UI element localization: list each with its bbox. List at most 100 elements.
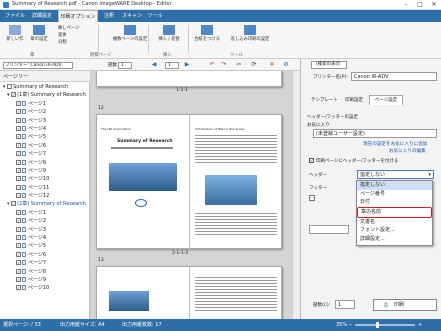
tree-page[interactable]: ✓ ページ10 [2, 284, 90, 292]
tree-page[interactable]: ✓ ページ8 [2, 159, 90, 167]
tree-page[interactable]: ✓ ページ4 [2, 125, 90, 133]
merge-print-button[interactable]: 差し込み印刷の設定 [226, 25, 274, 42]
checkbox-icon[interactable]: ✓ [16, 151, 21, 157]
checkbox-icon[interactable]: ✓ [16, 167, 21, 173]
tab-page-settings[interactable]: ページ設定 [369, 95, 403, 105]
tree-page[interactable]: ✓ ページ3 [2, 117, 90, 125]
tree-page[interactable]: ✓ ページ3 [2, 226, 90, 234]
tree-chapter[interactable]: ▾ ✓ (1章) Summary of Research [2, 91, 90, 99]
checkbox-icon[interactable]: ✓ [16, 193, 21, 199]
printer-name-select[interactable]: Canon iR-ADV [351, 72, 437, 81]
checkbox-icon[interactable]: ✓ [16, 209, 21, 215]
checkbox-icon[interactable]: ✓ [16, 125, 21, 131]
checkbox-icon[interactable]: ✓ [16, 100, 21, 106]
checkbox-icon[interactable]: ✓ [16, 260, 21, 266]
delete-icon[interactable]: ✕ [268, 61, 276, 69]
settings-icon[interactable]: ⚙ [282, 61, 290, 69]
tab-file[interactable]: ファイル [4, 10, 26, 22]
checkbox-icon[interactable]: ✓ [16, 268, 21, 274]
copies-input[interactable]: 1 [335, 300, 355, 309]
favorites-select[interactable]: (未登録ユーザー設定) [313, 129, 437, 138]
tree-page[interactable]: ✓ ページ6 [2, 251, 90, 259]
insert-replace-button[interactable]: 挿入 / 差替 [152, 25, 186, 42]
tree-page[interactable]: ✓ ページ2 [2, 108, 90, 116]
tree-page[interactable]: ✓ ページ12 [2, 192, 90, 200]
header-dropdown-list[interactable]: 指定しない ページ番号 日付 章の名前 文書名 フォント設定... 詳細設定..… [356, 180, 433, 246]
tree-page[interactable]: ✓ ページ9 [2, 167, 90, 175]
tree-page[interactable]: ✓ ページ1 [2, 100, 90, 108]
page-preview-top[interactable] [96, 71, 282, 87]
checkbox-icon[interactable]: ✓ [16, 134, 21, 140]
tree-page[interactable]: ✓ ページ5 [2, 133, 90, 141]
add-favorite-link[interactable]: 現在の設定をお気に入りに追加 [363, 141, 427, 147]
checkbox-icon[interactable] [7, 84, 13, 89]
header-footer-checkbox[interactable]: ✓ 印刷ページにヘッダー/フッターを付ける [309, 158, 398, 164]
checkbox-icon[interactable]: ✓ [16, 142, 21, 148]
checkbox-icon[interactable]: ✓ [16, 176, 21, 182]
new-button[interactable]: 新しい作 [4, 25, 26, 42]
page-spread[interactable]: The I30 Corporation Summary of Research … [96, 114, 282, 250]
checkbox-icon[interactable]: ✓ [16, 226, 21, 232]
tree-chapter[interactable]: ▾ ✓ (2章) Summary of Research [2, 200, 90, 208]
cut-icon[interactable]: ✂ [235, 61, 243, 69]
zoom-in-icon[interactable]: + [418, 319, 422, 331]
checkbox-icon[interactable]: ✓ [16, 184, 21, 190]
edit-favorites-link[interactable]: お気に入りの編集 [389, 148, 426, 154]
checkbox-icon[interactable]: ✓ [11, 92, 17, 98]
checkbox-icon[interactable]: ✓ [16, 159, 21, 165]
tree-page[interactable]: ✓ ページ10 [2, 175, 90, 183]
tab-template[interactable]: テンプレート [311, 97, 338, 103]
entity-item[interactable]: 実体 [58, 32, 88, 39]
multipage-settings-button[interactable]: 複数ページの設定 [100, 25, 160, 42]
prev-page-icon[interactable]: ◀ [150, 61, 158, 69]
zoom-slider[interactable] [355, 324, 415, 326]
vertical-scrollbar[interactable] [292, 71, 300, 319]
split-item[interactable]: 分割 [58, 39, 88, 46]
checkbox-icon[interactable]: ✓ [16, 243, 21, 249]
tab-tools[interactable]: ツール [146, 10, 164, 22]
tree-page[interactable]: ✓ ページ7 [2, 150, 90, 158]
tab-advanced[interactable]: 詳細設定 [28, 10, 56, 22]
minimize-icon[interactable]: – [399, 0, 413, 10]
checkbox-icon[interactable]: ✓ [309, 158, 314, 163]
redo-icon[interactable]: ↷ [220, 61, 228, 69]
page-spread-lower[interactable] [96, 266, 282, 320]
dropdown-item-date[interactable]: 日付 [357, 198, 432, 207]
checkbox-icon[interactable]: ✓ [16, 276, 21, 282]
next-page-icon[interactable]: ▶ [183, 61, 191, 69]
document-view[interactable]: 1-1-1 12 The I30 Corporation Summary of … [90, 71, 300, 320]
checkbox-icon[interactable]: ✓ [16, 109, 21, 115]
tree-page[interactable]: ✓ ページ1 [2, 209, 90, 217]
tree-page[interactable]: ✓ ページ6 [2, 142, 90, 150]
tree-page[interactable]: ✓ ページ8 [2, 268, 90, 276]
maximize-icon[interactable]: □ [413, 0, 427, 10]
chapter-settings-button[interactable]: 章の設定 [28, 25, 50, 42]
tab-print-settings[interactable]: 印刷設定 [345, 97, 363, 103]
tree-page[interactable]: ✓ ページ4 [2, 234, 90, 242]
checkbox-icon[interactable]: ✓ [11, 201, 17, 207]
dropdown-item-chapter-name[interactable]: 章の名前 [357, 206, 432, 218]
dropdown-item-font-settings[interactable]: フォント設定... [357, 226, 432, 235]
dropdown-item-page-number[interactable]: ページ番号 [357, 190, 432, 199]
search-toggle-button[interactable]: (検索の表示 [311, 61, 347, 69]
tree-page[interactable]: ✓ ページ9 [2, 276, 90, 284]
copies-input[interactable]: 1 [118, 62, 132, 69]
zoom-out-icon[interactable]: − [348, 319, 352, 331]
insert-page-item[interactable]: 挿しページ [58, 25, 88, 32]
checkbox-icon[interactable]: ✓ [16, 235, 21, 241]
page-input[interactable]: 1 [165, 62, 179, 69]
tree-page[interactable]: ✓ ページ11 [2, 184, 90, 192]
checkbox-icon[interactable]: ✓ [16, 218, 21, 224]
slip-sheet-button[interactable]: 合紙をつける [190, 25, 224, 42]
checkbox-icon[interactable]: ✓ [16, 117, 21, 123]
checkbox-icon[interactable] [309, 195, 315, 201]
rotate-icon[interactable]: ⟳ [250, 61, 258, 69]
tree-page[interactable]: ✓ ページ7 [2, 259, 90, 267]
header-select[interactable]: 指定しない ▾ [357, 170, 434, 179]
checkbox-icon[interactable]: ✓ [16, 285, 21, 291]
dropdown-item-none[interactable]: 指定しない [357, 181, 432, 190]
tree-page[interactable]: ✓ ページ5 [2, 242, 90, 250]
tab-annotation[interactable]: 注釈 [100, 10, 118, 22]
printer-select[interactable]: プリンター: Canon iR-ADV [3, 62, 73, 69]
tab-scan[interactable]: スキャン [120, 10, 144, 22]
